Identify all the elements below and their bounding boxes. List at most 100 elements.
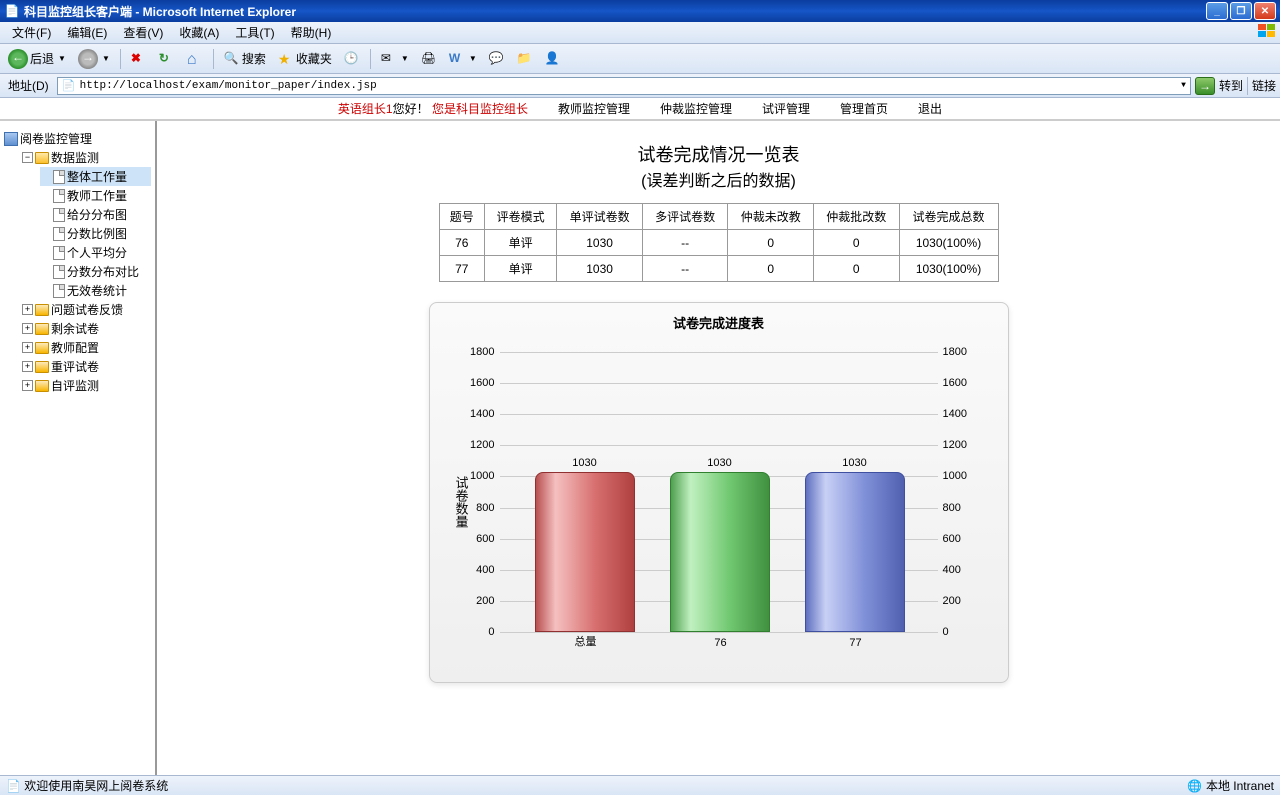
chevron-down-icon: ▼	[102, 54, 110, 63]
tree-leaf[interactable]: 分数分布对比	[40, 262, 151, 281]
window-title: 科目监控组长客户端 - Microsoft Internet Explorer	[24, 3, 1206, 20]
table-row: 76单评1030--001030(100%)	[439, 230, 998, 256]
tree-leaf[interactable]: 整体工作量	[40, 167, 151, 186]
menu-help[interactable]: 帮助(H)	[283, 22, 340, 43]
page-nav: 英语组长1您好！ 您是科目监控组长 教师监控管理 仲裁监控管理 试评管理 管理首…	[0, 98, 1280, 120]
tree-root[interactable]: 阅卷监控管理	[4, 129, 151, 148]
tree-data-monitor[interactable]: − 数据监测	[22, 148, 151, 167]
favorites-button[interactable]: 收藏夹	[274, 48, 336, 69]
chart-bar: 103077	[805, 472, 905, 632]
nav-admin-home[interactable]: 管理首页	[840, 100, 888, 117]
menu-view[interactable]: 查看(V)	[115, 22, 171, 43]
done-icon: 📄	[6, 779, 21, 793]
links-label[interactable]: 链接	[1252, 77, 1276, 94]
back-button[interactable]: 后退▼	[4, 47, 70, 71]
tree-folder[interactable]: +问题试卷反馈	[22, 300, 151, 319]
edit-icon: W	[449, 51, 465, 67]
edit-button[interactable]: W▼	[445, 49, 481, 69]
page-icon: 📄	[62, 79, 76, 93]
home-button[interactable]	[183, 49, 207, 69]
collapse-icon[interactable]: −	[22, 152, 33, 163]
search-icon	[224, 51, 240, 67]
research-button[interactable]: 📁	[513, 49, 537, 69]
expand-icon[interactable]: +	[22, 304, 33, 315]
bar-label: 1030	[671, 457, 769, 469]
menu-edit[interactable]: 编辑(E)	[59, 22, 115, 43]
ytick: 1800	[460, 346, 495, 358]
mail-button[interactable]: ✉▼	[377, 49, 413, 69]
nav-trial-manage[interactable]: 试评管理	[762, 100, 810, 117]
ytick: 0	[460, 626, 495, 638]
go-button[interactable]: →	[1195, 77, 1215, 95]
table-header: 仲裁未改教	[728, 204, 814, 230]
page-icon	[53, 208, 65, 222]
discuss-button[interactable]: 💬	[485, 49, 509, 69]
page-icon	[53, 284, 65, 298]
table-header: 仲裁批改数	[813, 204, 899, 230]
expand-icon[interactable]: +	[22, 323, 33, 334]
star-icon	[278, 51, 294, 67]
folder-open-icon	[35, 152, 49, 164]
go-label: 转到	[1219, 77, 1243, 94]
expand-icon[interactable]: +	[22, 361, 33, 372]
page-icon	[53, 265, 65, 279]
ytick: 1200	[943, 439, 978, 451]
nav-teacher-monitor[interactable]: 教师监控管理	[558, 100, 630, 117]
tree-leaf[interactable]: 分数比例图	[40, 224, 151, 243]
nav-arbitration-monitor[interactable]: 仲裁监控管理	[660, 100, 732, 117]
ytick: 800	[460, 502, 495, 514]
maximize-button[interactable]: ❐	[1230, 2, 1252, 20]
ytick: 1400	[943, 408, 978, 420]
forward-icon	[78, 49, 98, 69]
chevron-down-icon: ▼	[58, 54, 66, 63]
url-text: http://localhost/exam/monitor_paper/inde…	[80, 80, 377, 92]
chevron-down-icon[interactable]: ▼	[1181, 81, 1186, 90]
url-input[interactable]: 📄 http://localhost/exam/monitor_paper/in…	[57, 77, 1191, 95]
tree-folder[interactable]: +自评监测	[22, 376, 151, 395]
tree-folder[interactable]: +重评试卷	[22, 357, 151, 376]
menu-tools[interactable]: 工具(T)	[227, 22, 282, 43]
expand-icon[interactable]: +	[22, 342, 33, 353]
tree-folder[interactable]: +教师配置	[22, 338, 151, 357]
forward-button[interactable]: ▼	[74, 47, 114, 71]
addressbar: 地址(D) 📄 http://localhost/exam/monitor_pa…	[0, 74, 1280, 98]
discuss-icon: 💬	[489, 51, 505, 67]
windows-logo-icon	[1258, 24, 1276, 42]
table-cell: 0	[813, 230, 899, 256]
close-button[interactable]: ✕	[1254, 2, 1276, 20]
ytick: 1200	[460, 439, 495, 451]
messenger-icon: 👤	[545, 51, 561, 67]
home-icon	[187, 51, 203, 67]
table-cell: 单评	[485, 256, 557, 282]
search-button[interactable]: 搜索	[220, 48, 270, 69]
chart-area: 试卷数量 00200200400400600600800800100010001…	[450, 342, 988, 662]
menu-favorites[interactable]: 收藏(A)	[171, 22, 227, 43]
menu-file[interactable]: 文件(F)	[4, 22, 59, 43]
ytick: 600	[943, 533, 978, 545]
expand-icon[interactable]: +	[22, 380, 33, 391]
table-cell: 76	[439, 230, 485, 256]
messenger-button[interactable]: 👤	[541, 49, 565, 69]
print-button[interactable]: 🖨	[417, 49, 441, 69]
status-right: 本地 Intranet	[1187, 777, 1274, 794]
tree-folder[interactable]: +剩余试卷	[22, 319, 151, 338]
page-icon	[53, 189, 65, 203]
table-row: 77单评1030--001030(100%)	[439, 256, 998, 282]
stop-button[interactable]: ✖	[127, 49, 151, 69]
bar-label: 1030	[536, 457, 634, 469]
ytick: 1800	[943, 346, 978, 358]
book-icon	[4, 132, 18, 146]
table-header: 多评试卷数	[642, 204, 728, 230]
minimize-button[interactable]: _	[1206, 2, 1228, 20]
table-header: 评卷模式	[485, 204, 557, 230]
ytick: 400	[460, 564, 495, 576]
tree-leaf[interactable]: 个人平均分	[40, 243, 151, 262]
tree-leaf[interactable]: 给分分布图	[40, 205, 151, 224]
content: 阅卷监控管理 − 数据监测 整体工作量教师工作量给分分布图分数比例图个人平均分分…	[0, 120, 1280, 775]
history-button[interactable]: 🕒	[340, 49, 364, 69]
tree-leaf[interactable]: 教师工作量	[40, 186, 151, 205]
tree-leaf[interactable]: 无效卷统计	[40, 281, 151, 300]
nav-logout[interactable]: 退出	[918, 100, 942, 117]
table-cell: 单评	[485, 230, 557, 256]
refresh-button[interactable]: ↻	[155, 49, 179, 69]
